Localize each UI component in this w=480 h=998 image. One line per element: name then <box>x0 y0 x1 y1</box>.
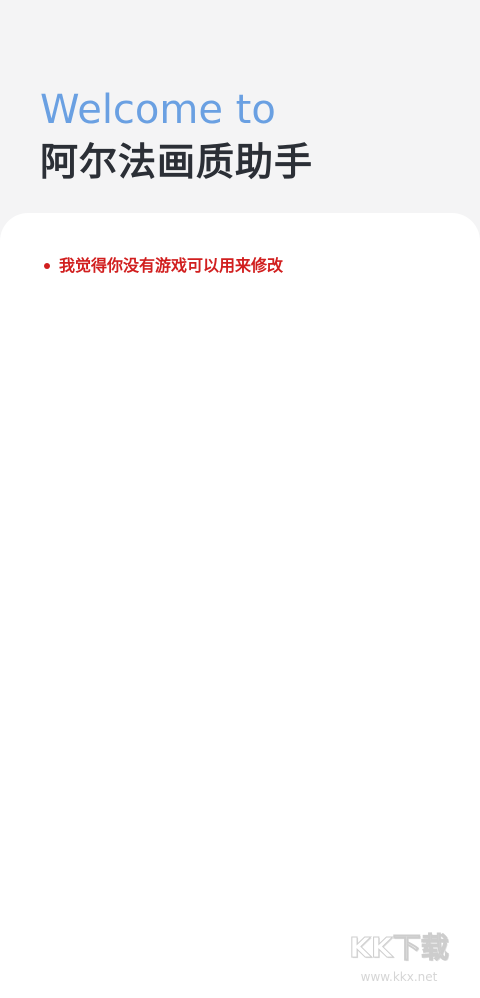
welcome-label: Welcome to <box>40 87 276 133</box>
app-name-title: 阿尔法画质助手 <box>40 140 314 184</box>
no-game-notice: 我觉得你没有游戏可以用来修改 <box>44 256 283 276</box>
watermark-logo-text: KK下载 <box>349 931 449 965</box>
watermark-url: www.kkx.net <box>360 970 438 984</box>
content-card <box>0 213 480 998</box>
site-watermark: KK下载 www.kkx.net <box>340 930 458 990</box>
notice-text: 我觉得你没有游戏可以用来修改 <box>59 256 284 275</box>
bullet-dot-icon <box>44 263 50 269</box>
welcome-header: Welcome to 阿尔法画质助手 <box>0 0 480 240</box>
